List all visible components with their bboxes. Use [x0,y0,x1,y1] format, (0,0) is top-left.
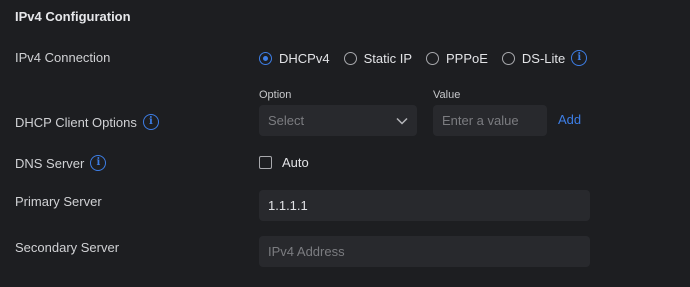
secondary-server-input[interactable]: IPv4 Address [259,236,590,267]
primary-server-value: 1.1.1.1 [268,198,308,213]
dns-server-label-text: DNS Server [15,155,85,171]
radio-label-static-ip: Static IP [363,50,412,66]
dhcp-client-options-label: DHCP Client Options i [15,114,159,130]
option-column-header: Option [259,89,292,101]
radio-ds-lite[interactable]: DS-Lite [501,50,566,66]
info-icon[interactable]: i [90,155,107,171]
info-icon[interactable]: i [571,50,588,66]
secondary-server-label-text: Secondary Server [15,240,120,255]
radio-dhcpv4[interactable]: DHCPv4 [259,51,330,66]
dhcp-option-select-value: Select [268,113,305,128]
dhcp-option-select[interactable]: Select [259,105,417,136]
auto-checkbox-row[interactable]: Auto [259,155,309,170]
add-button[interactable]: Add [558,112,581,127]
ipv4-connection-label-text: IPv4 Connection [15,50,111,65]
info-icon[interactable]: i [142,114,159,130]
ipv4-connection-radio-group: DHCPv4 Static IP PPPoE DS-Lite i [259,50,588,66]
secondary-server-label: Secondary Server [15,240,119,255]
secondary-server-placeholder: IPv4 Address [268,244,345,259]
radio-pppoe[interactable]: PPPoE [426,51,488,66]
chevron-down-icon [396,117,408,125]
radio-button[interactable] [501,51,515,65]
auto-checkbox[interactable] [259,156,272,169]
dhcp-option-value-placeholder: Enter a value [442,113,519,128]
radio-static-ip[interactable]: Static IP [343,50,412,66]
dns-server-label: DNS Server i [15,155,107,171]
primary-server-input[interactable]: 1.1.1.1 [259,190,590,221]
radio-label-dhcpv4: DHCPv4 [279,50,330,66]
dhcp-option-value-input[interactable]: Enter a value [433,105,547,136]
section-title: IPv4 Configuration [15,9,131,24]
primary-server-label: Primary Server [15,194,102,209]
ipv4-connection-label: IPv4 Connection [15,50,110,65]
auto-checkbox-label: Auto [282,155,309,170]
value-column-header: Value [433,89,461,101]
radio-button[interactable] [343,51,357,65]
radio-label-ds-lite: DS-Lite [521,50,566,66]
radio-button-checked[interactable] [259,51,272,65]
dhcp-client-options-label-text: DHCP Client Options [15,114,137,130]
radio-label-pppoe: PPPoE [446,50,488,66]
radio-button[interactable] [426,51,439,65]
primary-server-label-text: Primary Server [15,194,102,209]
